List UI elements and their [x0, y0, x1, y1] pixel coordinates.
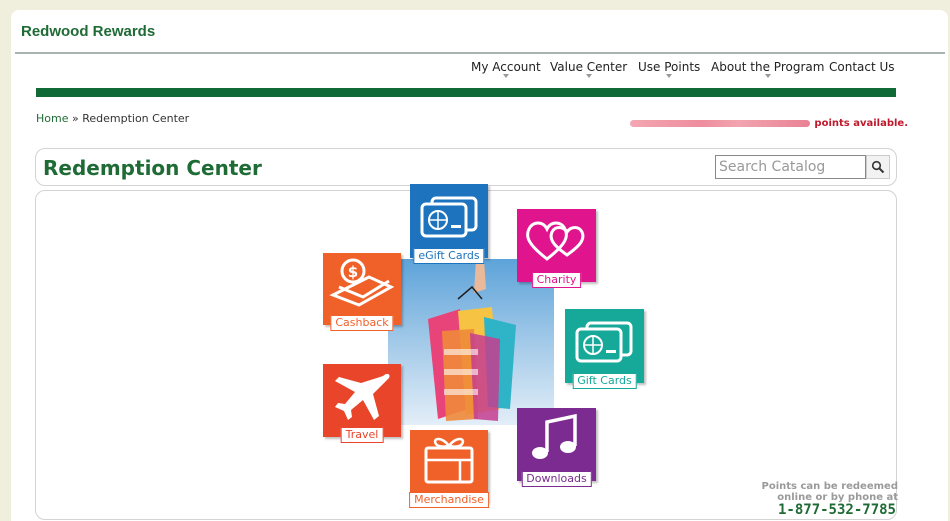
chevron-down-icon	[666, 74, 673, 78]
gift-card-icon	[575, 321, 633, 363]
tile-label: Cashback	[330, 315, 394, 331]
nav-contact-us[interactable]: Contact Us	[829, 60, 895, 74]
points-available: points available.	[630, 118, 908, 129]
nav-about-program[interactable]: About the Program	[711, 60, 825, 78]
shopping-bags-image	[388, 259, 554, 425]
nav-label: Value Center	[550, 60, 628, 74]
breadcrumb: Home » Redemption Center	[36, 112, 189, 125]
breadcrumb-separator: »	[71, 112, 79, 125]
nav-label: Use Points	[638, 60, 701, 74]
redeem-note-line1: Points can be redeemed	[761, 481, 898, 492]
tile-label: Travel	[340, 427, 384, 443]
tile-label: Charity	[531, 272, 582, 288]
category-charity[interactable]: Charity	[517, 209, 596, 288]
brand-title[interactable]: Redwood Rewards	[21, 23, 155, 40]
category-travel[interactable]: Travel	[323, 364, 401, 443]
title-bar: Redemption Center	[35, 148, 897, 186]
nav-accent-bar	[36, 88, 896, 97]
category-egift-cards[interactable]: eGift Cards	[410, 184, 488, 264]
category-downloads[interactable]: Downloads	[517, 408, 596, 487]
breadcrumb-home-link[interactable]: Home	[36, 112, 68, 125]
tile-label: eGift Cards	[413, 248, 485, 264]
nav-label: About the Program	[711, 60, 825, 74]
redacted-points-value	[630, 120, 811, 127]
egift-card-icon	[420, 196, 478, 238]
airplane-icon	[335, 373, 390, 420]
chevron-down-icon	[585, 74, 592, 78]
cash-icon: $	[329, 258, 395, 307]
category-merchandise[interactable]: Merchandise	[409, 430, 489, 508]
hearts-icon	[526, 221, 585, 261]
nav-label: My Account	[471, 60, 541, 74]
header-divider	[15, 52, 945, 54]
svg-text:$: $	[348, 263, 358, 281]
tile-label: Merchandise	[409, 492, 489, 508]
breadcrumb-current: Redemption Center	[82, 112, 190, 125]
category-gift-cards[interactable]: Gift Cards	[565, 309, 644, 389]
points-label: points available.	[814, 118, 908, 129]
nav-label: Contact Us	[829, 60, 895, 74]
category-cashback[interactable]: $ Cashback	[323, 253, 401, 331]
page-title: Redemption Center	[43, 156, 262, 180]
chevron-down-icon	[764, 74, 771, 78]
nav-use-points[interactable]: Use Points	[638, 60, 701, 78]
redeem-note: Points can be redeemed online or by phon…	[762, 481, 898, 503]
music-note-icon	[532, 413, 577, 459]
phone-number[interactable]: 1-877-532-7785	[778, 502, 896, 518]
nav-my-account[interactable]: My Account	[471, 60, 541, 78]
nav-value-center[interactable]: Value Center	[550, 60, 628, 78]
chevron-down-icon	[502, 74, 509, 78]
tile-label: Gift Cards	[572, 373, 637, 389]
search-input[interactable]	[715, 155, 866, 179]
search-button[interactable]	[866, 155, 890, 179]
gift-box-icon	[424, 437, 474, 484]
search-icon	[871, 160, 885, 174]
tile-label: Downloads	[521, 471, 592, 487]
